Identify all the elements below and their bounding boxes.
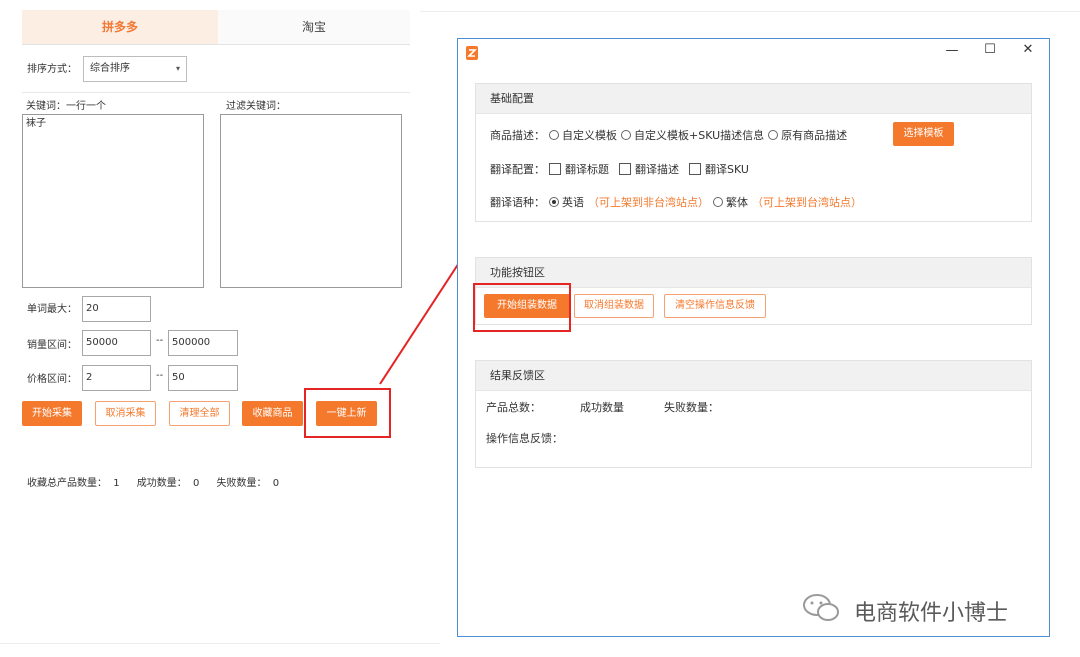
radio-custom-template[interactable] (549, 130, 559, 140)
minimize-button[interactable]: — (942, 43, 962, 58)
checkbox-translate-title[interactable] (549, 163, 561, 175)
operation-feedback-label: 操作信息反馈： (486, 432, 563, 445)
results-title: 结果反馈区 (476, 361, 1031, 391)
desc-option-label: 自定义模板 (562, 129, 617, 142)
cancel-assemble-button[interactable]: 取消组装数据 (574, 294, 654, 318)
radio-english[interactable] (549, 197, 559, 207)
radio-original-desc[interactable] (768, 130, 779, 140)
app-logo-icon (466, 46, 478, 60)
lang-trad-label: 繁体 (726, 196, 748, 209)
desc-row: 商品描述： 自定义模板 自定义模板+SKU描述信息 原有商品描述 (490, 127, 847, 143)
success-count-label: 成功数量 (580, 401, 624, 414)
product-total-label: 产品总数： (486, 401, 541, 414)
lang-english-note: （可上架到非台湾站点） (588, 196, 709, 209)
fail-count-label: 失败数量： (664, 401, 719, 414)
lang-english-label: 英语 (562, 196, 584, 209)
results-section: 结果反馈区 产品总数： 成功数量 失败数量： 操作信息反馈： (475, 360, 1032, 468)
translate-row: 翻译配置： 翻译标题 翻译描述 翻译SKU (490, 161, 749, 177)
lang-trad-note: （可上架到台湾站点） (752, 196, 862, 209)
clear-feedback-button[interactable]: 清空操作信息反馈 (664, 294, 766, 318)
desc-label: 商品描述： (490, 129, 545, 142)
checkbox-translate-desc[interactable] (619, 163, 631, 175)
basic-config-section: 基础配置 商品描述： 自定义模板 自定义模板+SKU描述信息 原有商品描述 选择模板 … (475, 83, 1032, 222)
select-template-button[interactable]: 选择模板 (893, 122, 954, 146)
config-window: — ☐ ✕ 基础配置 商品描述： 自定义模板 自定义模板+SKU描述信息 原有商品描述… (457, 38, 1050, 637)
checkbox-translate-sku[interactable] (689, 163, 701, 175)
maximize-button[interactable]: ☐ (980, 42, 1000, 57)
desc-option-label: 原有商品描述 (781, 129, 848, 142)
radio-traditional[interactable] (713, 197, 723, 207)
basic-config-title: 基础配置 (476, 84, 1031, 114)
language-row: 翻译语种： 英语 （可上架到非台湾站点） 繁体 （可上架到台湾站点） (490, 194, 862, 210)
highlight-box-start-assemble (473, 283, 571, 332)
radio-custom-template-sku[interactable] (621, 130, 631, 140)
desc-option-label: 自定义模板+SKU描述信息 (634, 129, 765, 142)
language-label: 翻译语种： (490, 196, 545, 209)
translate-option-label: 翻译描述 (635, 163, 679, 176)
watermark-text: 电商软件小博士 (854, 601, 1009, 626)
translate-label: 翻译配置： (490, 163, 545, 176)
translate-option-label: 翻译SKU (705, 163, 749, 176)
translate-option-label: 翻译标题 (565, 163, 609, 176)
wechat-icon (803, 594, 839, 621)
close-button[interactable]: ✕ (1018, 42, 1038, 57)
